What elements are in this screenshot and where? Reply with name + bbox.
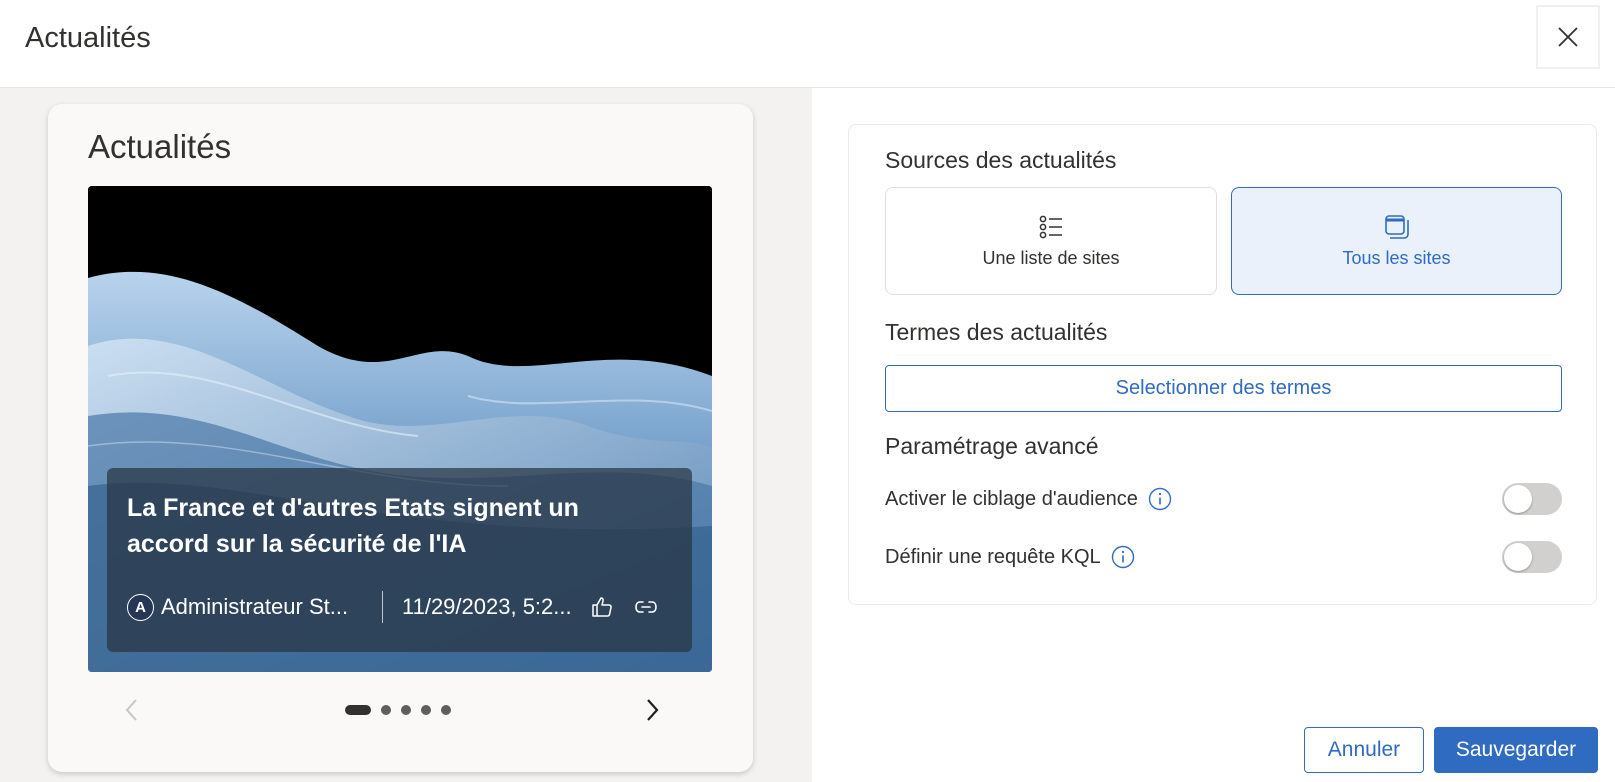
audience-targeting-row: Activer le ciblage d'audience — [885, 481, 1562, 517]
list-icon — [1039, 215, 1062, 239]
toggle-knob — [1504, 543, 1532, 571]
carousel-dot[interactable] — [441, 705, 451, 715]
carousel-nav — [88, 688, 712, 732]
carousel-dot[interactable] — [401, 705, 411, 715]
advanced-settings-label: Paramétrage avancé — [885, 433, 1099, 459]
source-option-label: Une liste de sites — [982, 248, 1120, 268]
all-sites-icon — [1384, 215, 1409, 239]
audience-targeting-label: Activer le ciblage d'audience — [885, 487, 1138, 510]
news-hero[interactable]: La France et d'autres Etats signent un a… — [88, 186, 712, 672]
kql-query-row: Définir une requête KQL — [885, 539, 1562, 575]
kql-query-toggle[interactable] — [1502, 541, 1562, 573]
news-title[interactable]: La France et d'autres Etats signent un a… — [127, 490, 647, 562]
news-overlay: La France et d'autres Etats signent un a… — [107, 468, 692, 652]
save-button[interactable]: Sauvegarder — [1434, 727, 1598, 773]
thumbs-up-icon — [592, 597, 612, 617]
news-preview-card: Actualités La France et d'autres Etats s… — [48, 104, 753, 772]
carousel-next-button[interactable] — [638, 696, 666, 724]
source-option-all-sites[interactable]: Tous les sites — [1231, 187, 1562, 295]
cancel-button[interactable]: Annuler — [1304, 727, 1424, 773]
meta-divider — [382, 591, 383, 623]
preview-pane: Actualités La France et d'autres Etats s… — [0, 88, 812, 782]
carousel-dots — [345, 705, 461, 715]
news-author: Administrateur St... — [161, 594, 349, 619]
author-avatar: A — [127, 593, 154, 621]
source-option-label: Tous les sites — [1342, 248, 1451, 268]
settings-card: Sources des actualités Une liste de site… — [848, 124, 1597, 605]
terms-label: Termes des actualités — [885, 319, 1108, 345]
audience-targeting-toggle[interactable] — [1502, 483, 1562, 515]
like-button[interactable] — [588, 593, 616, 621]
source-option-site-list[interactable]: Une liste de sites — [885, 187, 1217, 295]
preview-card-title: Actualités — [88, 128, 232, 165]
carousel-dot[interactable] — [421, 705, 431, 715]
carousel-dot[interactable] — [381, 705, 391, 715]
close-icon — [1558, 27, 1578, 47]
close-button[interactable] — [1536, 5, 1600, 69]
info-icon[interactable] — [1111, 545, 1135, 569]
select-terms-button[interactable]: Selectionner des termes — [885, 365, 1562, 412]
carousel-dot[interactable] — [345, 705, 371, 715]
sources-label: Sources des actualités — [885, 147, 1117, 173]
link-icon — [635, 601, 657, 613]
panel-header: Actualités — [0, 0, 1615, 88]
chevron-right-icon — [647, 699, 659, 721]
chevron-left-icon — [125, 699, 137, 721]
news-date: 11/29/2023, 5:2... — [402, 594, 572, 619]
news-meta: A Administrateur St... 11/29/2023, 5:2..… — [127, 590, 682, 624]
carousel-prev-button[interactable] — [118, 696, 146, 724]
panel-title: Actualités — [25, 22, 151, 54]
info-icon[interactable] — [1148, 487, 1172, 511]
kql-query-label: Définir une requête KQL — [885, 545, 1101, 568]
toggle-knob — [1504, 485, 1532, 513]
copy-link-button[interactable] — [632, 593, 660, 621]
